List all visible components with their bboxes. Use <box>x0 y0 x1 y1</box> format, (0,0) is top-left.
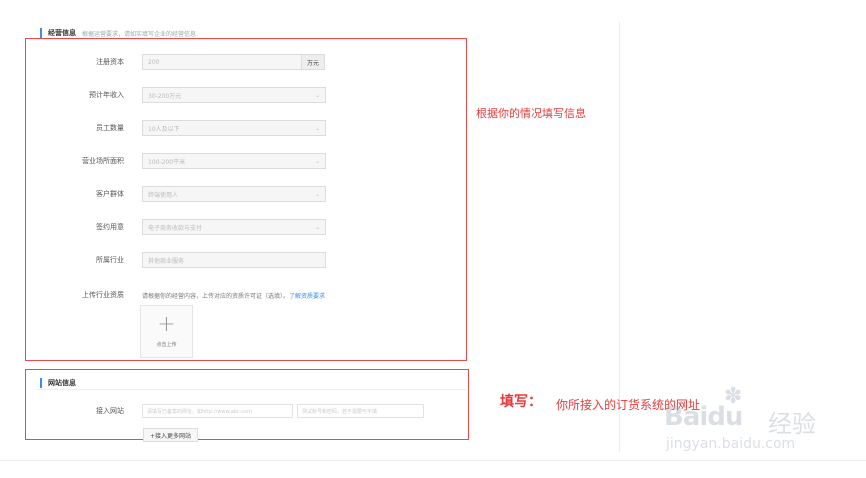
annotation-fill-info: 根据你的情况填写信息 <box>476 107 586 120</box>
test-account-input[interactable]: 测试账号和密码，若不需要可不填 <box>297 404 424 418</box>
section-accent-bar <box>40 378 42 388</box>
field-value: 30-200万元 <box>148 92 182 100</box>
website-section-title: 网站信息 <box>48 379 76 387</box>
field-value: 200 <box>148 58 160 66</box>
website-url-input[interactable]: 请填写已备案的网址，如http://www.abc.com <box>142 404 293 418</box>
field-value: 10人及以下 <box>148 125 180 133</box>
baidu-jingyan-watermark: ✽ Baidu 经验 jingyan.baidu.com <box>664 380 844 460</box>
watermark-url: jingyan.baidu.com <box>666 436 796 452</box>
row-website: 接入网站 请填写已备案的网址，如http://www.abc.com 测试账号和… <box>40 402 424 420</box>
row-customer-group: 客户群体 终端使用人 ⌄ <box>40 185 326 203</box>
panel-edge <box>619 22 620 452</box>
chevron-down-icon: ⌄ <box>314 158 320 165</box>
field-value: 100-200平米 <box>148 158 186 166</box>
upload-caption: 点击上传 <box>156 342 177 348</box>
unit-addon: 万元 <box>301 54 325 70</box>
chevron-down-icon: ⌄ <box>314 224 320 231</box>
field-value: 其他商业服务 <box>148 257 185 265</box>
field-label: 客户群体 <box>96 190 124 198</box>
operations-section-subtitle: 根据运营要求，请如实填写企业的经营信息 <box>82 30 197 38</box>
placeholder: 请填写已备案的网址，如http://www.abc.com <box>147 408 252 415</box>
field-label: 员工数量 <box>96 124 124 132</box>
row-upload-qualification: 上传行业资质 请根据你的经营内容，上传对应的资质许可证（选填）。了解资质要求 <box>40 286 325 304</box>
row-employee-count: 员工数量 10人及以下 ⌄ <box>40 119 326 137</box>
chevron-down-icon: ⌄ <box>314 125 320 132</box>
chevron-down-icon: ⌄ <box>314 191 320 198</box>
placeholder: 测试账号和密码，若不需要可不填 <box>302 408 378 415</box>
field-label: 预计年收入 <box>89 91 124 99</box>
annual-revenue-select[interactable]: 30-200万元 ⌄ <box>142 87 326 103</box>
row-industry: 所属行业 其他商业服务 <box>40 251 326 269</box>
field-label: 营业场所面积 <box>82 157 124 165</box>
row-annual-revenue: 预计年收入 30-200万元 ⌄ <box>40 86 326 104</box>
section-accent-bar <box>40 28 42 38</box>
operations-section-title: 经营信息 <box>48 29 76 37</box>
industry-field[interactable]: 其他商业服务 <box>142 252 326 268</box>
operations-section-header: 经营信息 根据运营要求，请如实填写企业的经营信息 <box>40 28 196 38</box>
row-registered-capital: 注册资本 200 万元 <box>40 53 325 71</box>
chevron-down-icon: ⌄ <box>314 92 320 99</box>
field-value: 终端使用人 <box>148 191 179 199</box>
bottom-divider <box>0 460 866 461</box>
watermark-brand-cn: 经验 <box>768 410 816 438</box>
business-area-select[interactable]: 100-200平米 ⌄ <box>142 153 326 169</box>
field-label: 接入网站 <box>96 407 124 415</box>
row-business-area: 营业场所面积 100-200平米 ⌄ <box>40 152 326 170</box>
field-label: 注册资本 <box>96 58 124 66</box>
website-section-header: 网站信息 <box>40 378 76 388</box>
employee-count-select[interactable]: 10人及以下 ⌄ <box>142 120 326 136</box>
section-rule <box>36 389 466 390</box>
customer-group-select[interactable]: 终端使用人 ⌄ <box>142 186 326 202</box>
plus-icon: + <box>157 312 176 337</box>
qualification-requirements-link[interactable]: 了解资质要求 <box>289 293 325 300</box>
watermark-brand: Baidu <box>664 402 743 432</box>
signing-purpose-select[interactable]: 电子商务收款与支付 ⌄ <box>142 219 326 235</box>
upload-note: 请根据你的经营内容，上传对应的资质许可证（选填）。了解资质要求 <box>142 291 325 300</box>
row-signing-purpose: 签约用意 电子商务收款与支付 ⌄ <box>40 218 326 236</box>
upload-button[interactable]: + 点击上传 <box>140 305 193 358</box>
upload-note-text: 请根据你的经营内容，上传对应的资质许可证（选填）。 <box>142 292 290 300</box>
field-label: 签约用意 <box>96 223 124 231</box>
field-label: 所属行业 <box>96 256 124 264</box>
field-label: 上传行业资质 <box>82 291 124 299</box>
add-more-websites-button[interactable]: +接入更多网站 <box>143 428 199 442</box>
annotation-fill-prefix: 填写： <box>500 394 542 410</box>
registered-capital-input[interactable]: 200 <box>142 54 302 70</box>
field-value: 电子商务收款与支付 <box>148 224 203 232</box>
